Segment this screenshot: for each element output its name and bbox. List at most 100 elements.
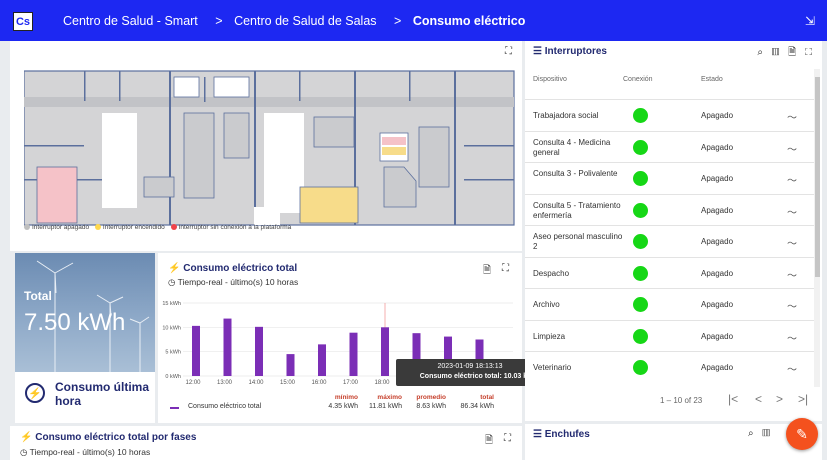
trend-chart-icon[interactable]: 〜 (787, 204, 797, 219)
chart-subtitle-text: Tiempo-real - último(s) 10 horas (177, 277, 299, 287)
fullscreen-icon[interactable]: ⛶ (502, 263, 509, 274)
bar[interactable] (349, 332, 358, 376)
table-row[interactable]: Consulta 4 - Medicina general Apagado 〜 (525, 130, 815, 162)
fullscreen-icon[interactable]: ⛶ (504, 433, 511, 444)
table-row[interactable]: Consulta 5 - Tratamiento enfermería Apaga… (525, 193, 815, 225)
y-tick-label: 15 kWh (162, 301, 181, 307)
edit-fab-button[interactable]: ✎ (786, 418, 818, 450)
connection-status-dot (633, 171, 648, 186)
y-tick-label: 0 kWh (165, 374, 181, 380)
breadcrumb-separator: > (215, 14, 223, 28)
plugs-card: ☰ Enchufes ⌕ ▥ (525, 424, 822, 460)
bar[interactable] (223, 318, 232, 376)
device-state: Apagado (701, 174, 734, 183)
trend-chart-icon[interactable]: 〜 (787, 361, 797, 376)
device-state: Apagado (701, 142, 734, 152)
table-row[interactable]: Consulta 3 - Polivalente Apagado 〜 (525, 162, 815, 193)
columns-icon[interactable]: ▥ (772, 47, 780, 58)
download-icon[interactable]: 🗎 (485, 433, 493, 450)
prev-page-icon[interactable]: < (755, 392, 762, 406)
table-row[interactable]: Despacho Apagado 〜 (525, 256, 815, 288)
last-page-icon[interactable]: >| (798, 392, 808, 406)
series-name: Consumo eléctrico total (188, 403, 262, 410)
x-tick-label: 16:00 (311, 380, 327, 386)
trend-chart-icon[interactable]: 〜 (787, 141, 797, 156)
bar[interactable] (381, 327, 389, 376)
trend-chart-icon[interactable]: 〜 (787, 267, 797, 282)
connection-status-dot (633, 234, 648, 249)
y-tick-label: 5 kWh (165, 350, 181, 356)
phase-title: ⚡ Consumo eléctrico total por fases (20, 432, 197, 443)
connection-status-dot (633, 360, 648, 375)
fullscreen-icon[interactable]: ⛶ (805, 47, 812, 58)
phase-subtitle-text: Tiempo-real - último(s) 10 horas (29, 447, 151, 457)
device-name: Consulta 3 - Polivalente (533, 169, 618, 178)
fullscreen-icon[interactable]: ⛶ (505, 46, 512, 57)
phase-title-text: Consumo eléctrico total por fases (35, 432, 197, 443)
connection-status-dot (633, 297, 648, 312)
table-row[interactable]: Archivo Apagado 〜 (525, 288, 815, 319)
legend-label-offline: Interruptor sin conexión a la plataforma (178, 224, 292, 231)
scrollbar-thumb[interactable] (815, 77, 820, 277)
stat-avg-label: promedio (416, 394, 446, 401)
stat-max-value: 11.81 kWh (369, 403, 402, 410)
trend-chart-icon[interactable]: 〜 (787, 172, 797, 187)
bar[interactable] (318, 344, 326, 376)
plugs-title: ☰ Enchufes (533, 429, 590, 440)
connection-status-dot (633, 139, 648, 155)
legend-dot-offline (170, 224, 177, 231)
breadcrumb-item-center[interactable]: Centro de Salud de Salas (234, 14, 376, 28)
table-row[interactable]: Limpieza Apagado 〜 (525, 319, 815, 351)
floor-plan-legend: Interruptor apagado Interruptor encendid… (24, 224, 291, 231)
bar[interactable] (286, 354, 295, 376)
app-logo[interactable]: Cs (13, 12, 33, 31)
x-tick-label: 15:00 (280, 380, 296, 386)
chart-title: ⚡ Consumo eléctrico total (168, 263, 298, 274)
column-header-state[interactable]: Estado (701, 76, 723, 83)
plugs-toolbar: ⌕ ▥ (748, 428, 770, 439)
table-row[interactable]: Trabajadora social Apagado 〜 (525, 99, 815, 130)
first-page-icon[interactable]: |< (728, 392, 738, 406)
table-row[interactable]: Aseo personal masculino 2 Apagado 〜 (525, 225, 815, 256)
trend-chart-icon[interactable]: 〜 (787, 235, 797, 250)
download-icon[interactable]: 🗎 (483, 263, 491, 280)
search-icon[interactable]: ⌕ (748, 428, 754, 439)
columns-icon[interactable]: ▥ (762, 428, 770, 439)
wind-turbine-image: Total 7.50 kWh (15, 253, 155, 372)
device-name: Veterinario (533, 363, 572, 372)
chart-tooltip: 2023-01-09 18:13:13 Consumo eléctrico to… (396, 359, 544, 386)
stat-max-label: máximo (377, 394, 402, 401)
trend-chart-icon[interactable]: 〜 (787, 109, 797, 124)
trend-chart-icon[interactable]: 〜 (787, 330, 797, 345)
x-tick-label: 18:00 (374, 380, 390, 386)
device-state: Apagado (701, 205, 734, 215)
table-row[interactable]: Veterinario Apagado 〜 (525, 351, 815, 382)
trend-chart-icon[interactable]: 〜 (787, 298, 797, 313)
stat-total-value: 86.34 kWh (460, 403, 494, 410)
chart-subtitle: ◷ Tiempo-real - último(s) 10 horas (168, 277, 299, 287)
switches-card: ☰ Interruptores ⌕ ▥ 🗎 ⛶ Dispositivo Cone… (525, 41, 822, 421)
bar[interactable] (192, 325, 200, 376)
search-icon[interactable]: ⌕ (757, 47, 763, 58)
pencil-icon: ✎ (796, 425, 808, 442)
device-state: Apagado (701, 268, 734, 278)
breadcrumb-separator: > (394, 14, 402, 28)
total-consumption-tile: Total 7.50 kWh ⚡ Consumo última hora (15, 253, 155, 423)
device-name: Archivo (533, 300, 560, 309)
switches-toolbar: ⌕ ▥ 🗎 ⛶ (757, 45, 812, 62)
stat-min-value: 4.35 kWh (328, 403, 358, 410)
download-icon[interactable]: 🗎 (788, 47, 796, 58)
total-consumption-chart-card: ⚡ Consumo eléctrico total ◷ Tiempo-real … (158, 253, 544, 423)
bar[interactable] (255, 326, 263, 376)
legend-dot-on (94, 224, 101, 231)
column-header-connection[interactable]: Conexión (623, 76, 653, 83)
device-state: Apagado (701, 363, 734, 372)
switches-title: ☰ Interruptores (533, 46, 607, 57)
legend-label-on: Interruptor encendido (102, 224, 165, 231)
next-page-icon[interactable]: > (776, 392, 783, 406)
column-header-device[interactable]: Dispositivo (533, 76, 567, 83)
connection-status-dot (633, 328, 648, 344)
device-name: Limpieza (533, 331, 566, 341)
collapse-arrows-icon[interactable]: ⇲ (805, 14, 815, 28)
breadcrumb-item-home[interactable]: Centro de Salud - Smart (63, 14, 198, 28)
